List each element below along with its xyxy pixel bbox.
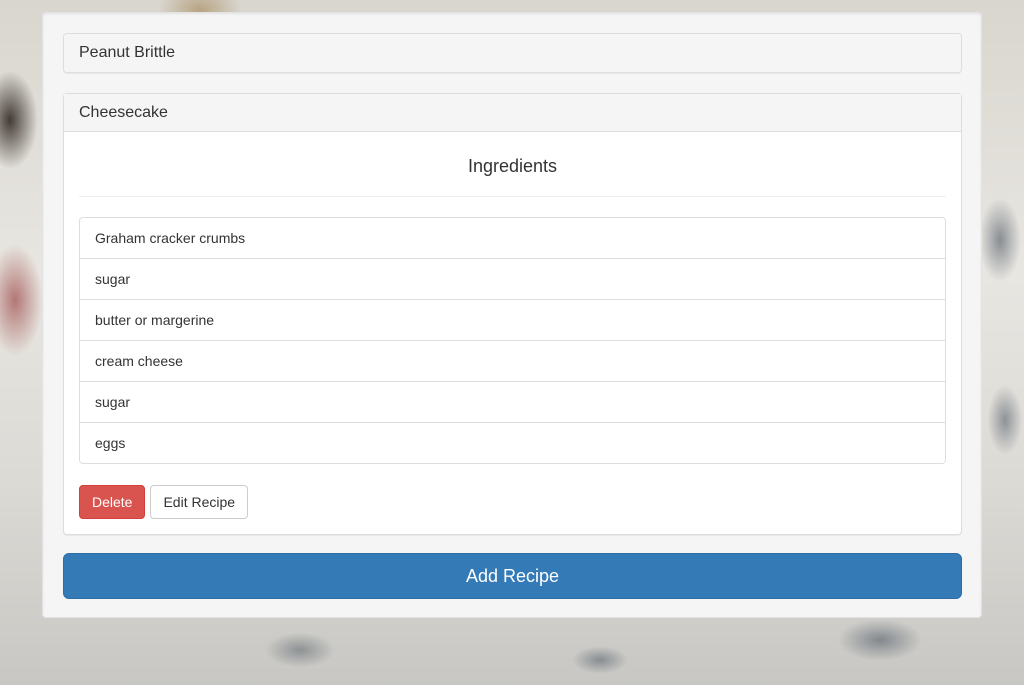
delete-button[interactable]: Delete — [79, 485, 146, 519]
add-recipe-button[interactable]: Add Recipe — [63, 553, 962, 599]
ingredients-list: Graham cracker crumbs sugar butter or ma… — [79, 217, 946, 464]
ingredient-item: sugar — [80, 258, 945, 299]
recipe-box: Peanut Brittle Cheesecake Ingredients Gr… — [42, 12, 982, 618]
ingredient-item: butter or margerine — [80, 299, 945, 340]
recipe-panel-cheesecake: Cheesecake Ingredients Graham cracker cr… — [63, 93, 962, 535]
recipe-title-peanut-brittle[interactable]: Peanut Brittle — [64, 34, 961, 72]
ingredient-item: Graham cracker crumbs — [80, 218, 945, 258]
recipe-actions: Delete Edit Recipe — [79, 485, 946, 519]
recipe-panel-peanut-brittle: Peanut Brittle — [63, 33, 962, 73]
ingredient-item: eggs — [80, 422, 945, 463]
recipe-body: Ingredients Graham cracker crumbs sugar … — [64, 132, 961, 534]
recipe-title-cheesecake[interactable]: Cheesecake — [64, 94, 961, 132]
ingredients-heading: Ingredients — [79, 132, 946, 197]
ingredient-item: sugar — [80, 381, 945, 422]
ingredient-item: cream cheese — [80, 340, 945, 381]
edit-recipe-button[interactable]: Edit Recipe — [150, 485, 249, 519]
